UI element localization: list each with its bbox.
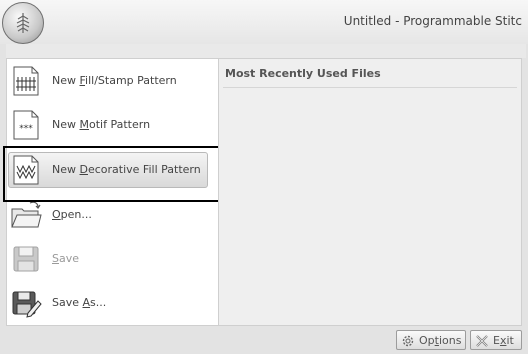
gear-icon: [402, 335, 414, 347]
exit-button[interactable]: Exit: [470, 330, 522, 350]
most-recently-used-panel: Most Recently Used Files: [218, 58, 522, 326]
menu-item-save-as[interactable]: Save As...: [6, 284, 214, 322]
menu-item-save[interactable]: Save: [6, 240, 214, 278]
menu-top-strip: [6, 44, 526, 58]
open-folder-icon: [11, 201, 42, 228]
menu-item-label: New Motif Pattern: [52, 118, 151, 131]
menu-item-label: Save As...: [52, 296, 107, 309]
title-bar: Untitled - Programmable Stitc: [0, 0, 528, 45]
menu-item-label: Open...: [52, 208, 92, 221]
menu-item-label: Save: [52, 252, 80, 265]
save-disk-icon: [13, 246, 39, 272]
motif-pattern-icon: ***: [13, 110, 39, 140]
svg-text:***: ***: [19, 124, 33, 134]
feather-app-icon: [16, 13, 30, 33]
window-title: Untitled - Programmable Stitc: [343, 14, 522, 28]
menu-item-label: New Fill/Stamp Pattern: [52, 74, 177, 87]
menu-item-open[interactable]: Open...: [6, 196, 214, 234]
save-as-icon: [12, 291, 42, 318]
menu-item-new-decorative-fill-pattern[interactable]: New Decorative Fill Pattern: [6, 151, 214, 189]
decorative-fill-pattern-icon: [13, 155, 39, 185]
mru-heading: Most Recently Used Files: [225, 67, 381, 80]
menu-item-label: New Decorative Fill Pattern: [52, 163, 201, 176]
mru-divider: [223, 87, 517, 88]
options-button[interactable]: Options: [396, 330, 466, 350]
exit-label: Exit: [493, 334, 514, 347]
options-label: Options: [419, 334, 462, 347]
menu-item-new-fill-stamp-pattern[interactable]: New Fill/Stamp Pattern: [6, 62, 214, 100]
menu-item-new-motif-pattern[interactable]: *** New Motif Pattern: [6, 106, 214, 144]
fill-stamp-pattern-icon: [13, 66, 39, 96]
application-menu-button[interactable]: [2, 2, 44, 44]
close-icon: [476, 335, 488, 347]
